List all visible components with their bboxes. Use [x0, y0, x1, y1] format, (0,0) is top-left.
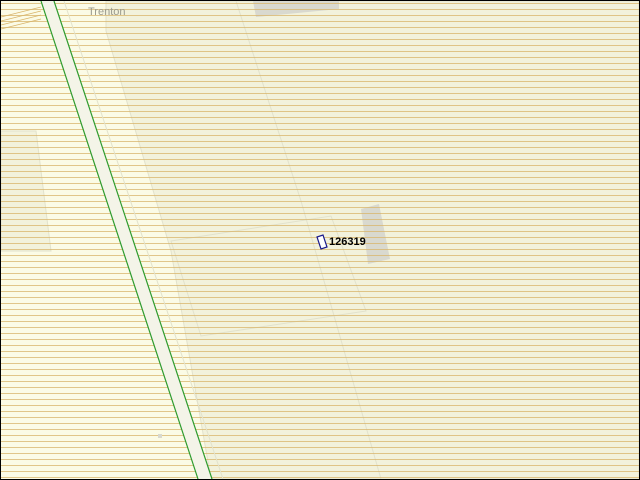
map-point	[158, 434, 162, 438]
place-label: Trenton	[88, 6, 126, 18]
map-layer	[1, 1, 639, 479]
hatch-line	[1, 10, 42, 22]
hatch-line	[1, 14, 42, 26]
map-canvas[interactable]: Trenton 126319	[0, 0, 640, 480]
parcel-area	[1, 130, 52, 252]
building-id-label[interactable]: 126319	[329, 236, 366, 248]
